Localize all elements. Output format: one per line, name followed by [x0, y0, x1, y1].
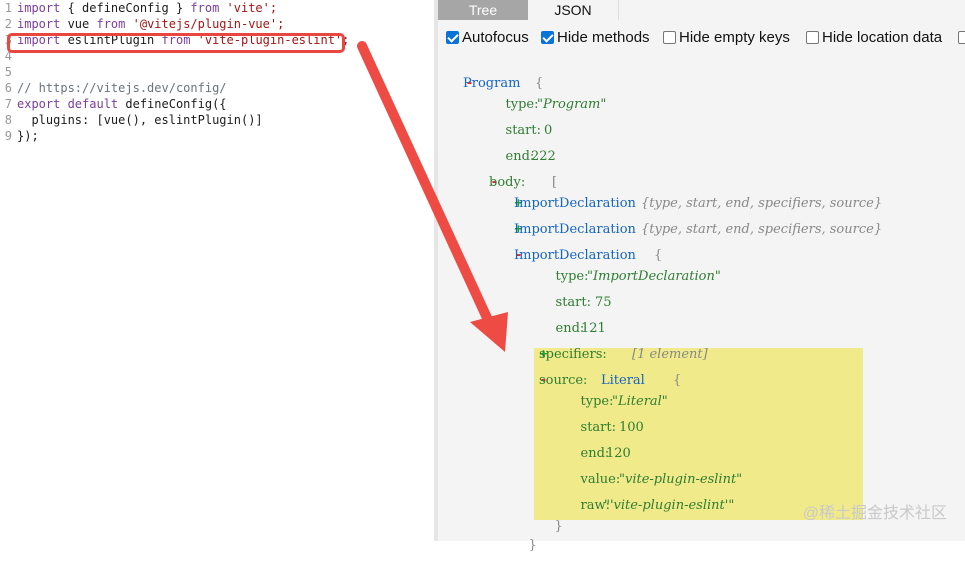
prop-type: type: "Literal"	[564, 375, 668, 409]
prop-start: start: 0	[489, 104, 553, 138]
tree-node-import-declaration-2[interactable]: + ImportDeclaration {type, start, end, spe…	[498, 203, 882, 237]
tree-node-specifiers[interactable]: + specifiers: [1 element]	[523, 328, 708, 362]
tree-node-import-declaration-1[interactable]: + ImportDeclaration {type, start, end, spe…	[498, 177, 882, 211]
node-summary: {type, start, end, specifiers, source}	[641, 222, 883, 237]
value: 75	[595, 295, 612, 310]
value: "vite-plugin-eslint"	[619, 472, 743, 487]
close-brace-source: }	[554, 519, 563, 534]
watermark: @稀土掘金技术社区	[802, 505, 947, 522]
prop-start: start: 100	[564, 401, 644, 435]
prop-value: value: "vite-plugin-eslint"	[564, 453, 743, 487]
tree-node-source[interactable]: - source: Literal{	[523, 354, 681, 388]
open-bracket: [	[552, 175, 558, 190]
open-brace: {	[654, 248, 663, 263]
key-label: end:	[555, 321, 585, 336]
tree-node-body[interactable]: - body:[	[474, 156, 557, 190]
open-brace: {	[673, 373, 682, 388]
ast-tree: - Program{ type: "Program" start: 0 end: 222…	[0, 0, 965, 553]
prop-end: end: 222	[489, 130, 556, 164]
value: "'vite-plugin-eslint'"	[604, 498, 735, 513]
prop-raw: raw: "'vite-plugin-eslint'"	[564, 479, 735, 513]
prop-start: start: 75	[539, 276, 612, 310]
prop-end: end: 121	[539, 302, 606, 336]
node-name: ImportDeclaration	[514, 196, 636, 211]
close-brace-declaration: }	[528, 538, 537, 553]
key-label: end:	[505, 149, 535, 164]
value: 100	[619, 420, 644, 435]
value: 121	[581, 321, 606, 336]
tree-node-import-declaration-3[interactable]: - ImportDeclaration{	[498, 229, 662, 263]
node-summary: [1 element]	[632, 347, 708, 362]
value: "Literal"	[612, 394, 668, 409]
value: 222	[531, 149, 556, 164]
value: 0	[544, 123, 553, 138]
value: "ImportDeclaration"	[587, 269, 721, 284]
prop-type: type: "ImportDeclaration"	[539, 250, 721, 284]
prop-type: type: "Program"	[489, 78, 607, 112]
node-name: ImportDeclaration	[514, 222, 636, 237]
prop-end: end: 120	[564, 427, 631, 461]
node-summary: {type, start, end, specifiers, source}	[641, 196, 883, 211]
value: "Program"	[537, 97, 607, 112]
key-label: specifiers:	[539, 347, 607, 362]
tree-node-program[interactable]: - Program{	[449, 57, 543, 91]
